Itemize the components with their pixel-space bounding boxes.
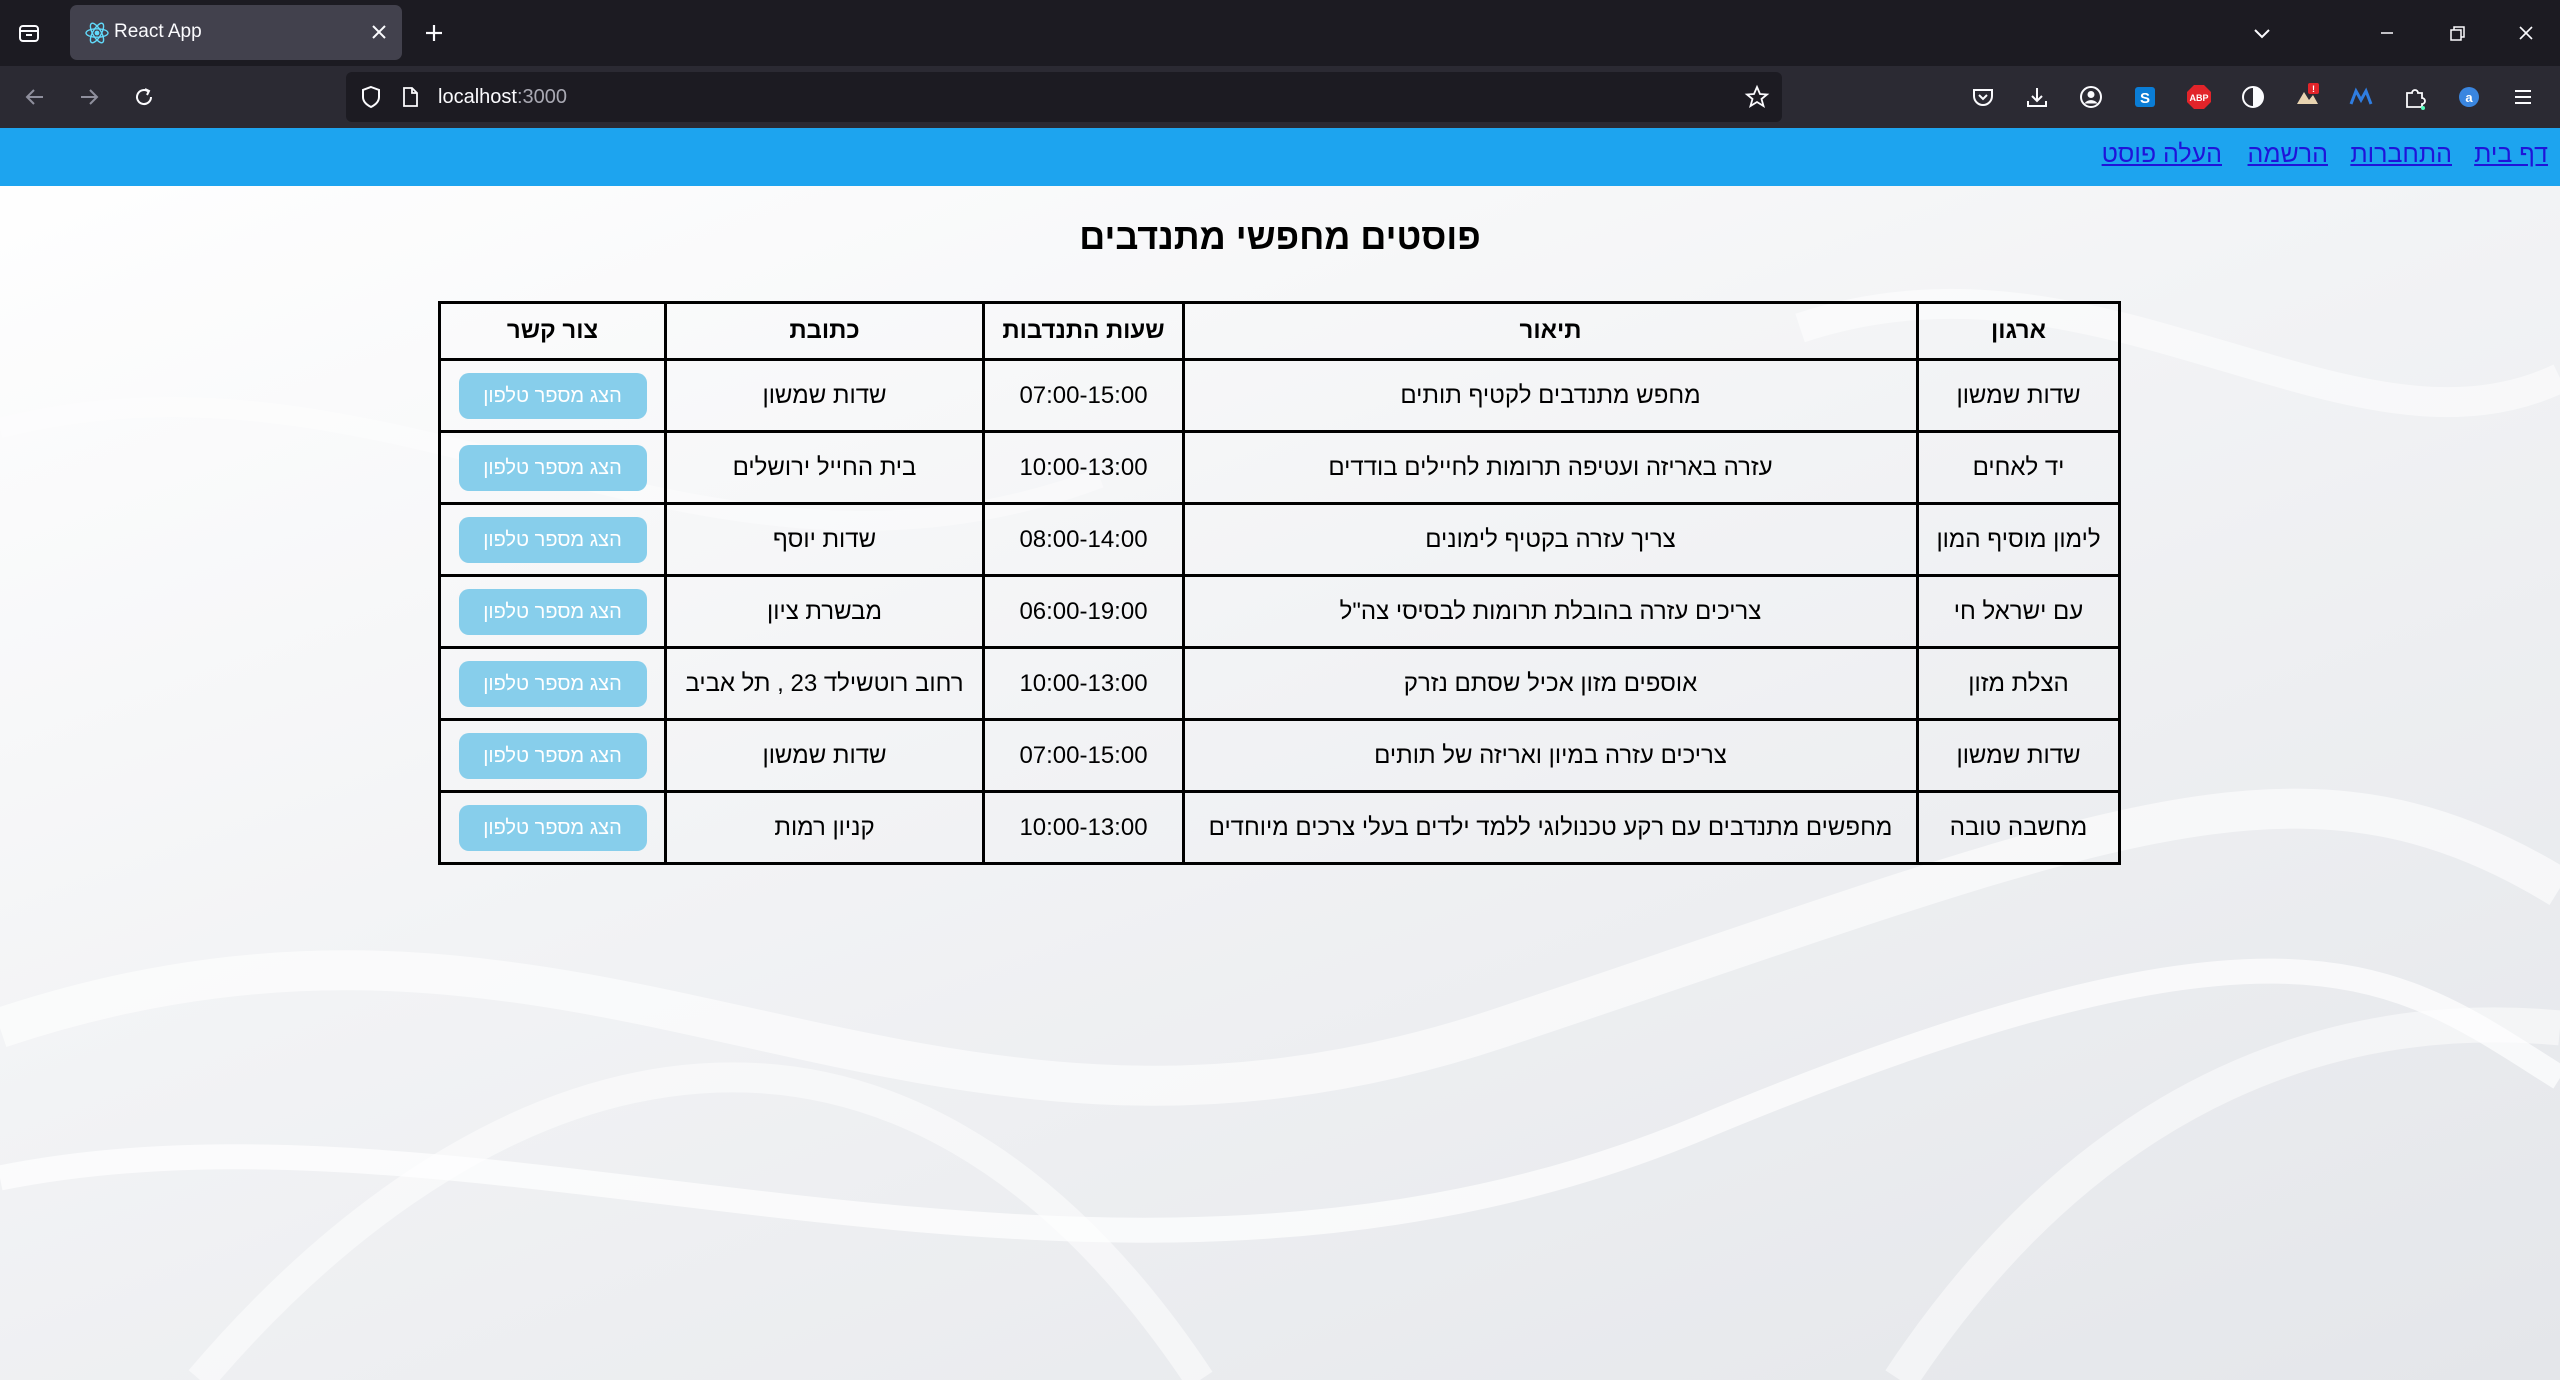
cell-organization: שדות שמשון — [1916, 358, 2121, 433]
react-logo-icon — [85, 22, 109, 44]
account-icon[interactable] — [2074, 80, 2108, 114]
cell-address: בית החייל ירושלים — [664, 430, 985, 505]
cell-description: מחפש מתנדבים לקטיף תותים — [1182, 358, 1919, 433]
shield-icon[interactable] — [358, 84, 384, 110]
show-phone-button[interactable]: הצג מספר טלפון — [458, 444, 647, 491]
cell-organization: שדות שמשון — [1916, 718, 2121, 793]
browser-tab-strip: React App — [0, 0, 2560, 66]
svg-text:!: ! — [2312, 84, 2315, 94]
cell-organization: לימון מוסיף המון — [1916, 502, 2121, 577]
cell-organization: עם ישראל חי — [1916, 574, 2121, 649]
cell-organization: מחשבה טובה — [1916, 790, 2121, 865]
close-tab-icon[interactable] — [366, 19, 392, 45]
svg-text:S: S — [2140, 90, 2150, 107]
cell-description: מחפשים מתנדבים עם רקע טכנולוגי ללמד ילדי… — [1182, 790, 1919, 865]
privacy-extension-icon[interactable] — [2236, 80, 2270, 114]
browser-tab[interactable]: React App — [70, 5, 402, 60]
show-phone-button[interactable]: הצג מספר טלפון — [458, 732, 647, 779]
show-phone-button[interactable]: הצג מספר טלפון — [458, 372, 647, 419]
site-navigation-bar: דף בית התחברות הרשמה העלה פוסט — [0, 128, 2560, 186]
back-icon[interactable] — [16, 78, 54, 116]
nav-link-register[interactable]: הרשמה — [2248, 140, 2328, 169]
cell-description: צריכים עזרה במיון ואריזה של תותים — [1182, 718, 1919, 793]
show-phone-button[interactable]: הצג מספר טלפון — [458, 516, 647, 563]
cell-hours: 10:00-13:00 — [982, 790, 1185, 865]
cell-hours: 06:00-19:00 — [982, 574, 1185, 649]
table-row: יד לאחים עזרה באריזה ועטיפה תרומות לחייל… — [438, 430, 2121, 505]
minimize-icon[interactable] — [2366, 12, 2408, 54]
header-description: תיאור — [1182, 301, 1919, 361]
table-row: הצלת מזון אוספים מזון אכיל שסתם נזרק 10:… — [438, 646, 2121, 721]
extensions-puzzle-icon[interactable] — [2398, 80, 2432, 114]
cell-description: צריך עזרה בקטיף לימונים — [1182, 502, 1919, 577]
header-organization: ארגון — [1916, 301, 2121, 361]
page-title: פוסטים מחפשי מתנדבים — [1079, 216, 1481, 257]
show-phone-button[interactable]: הצג מספר טלפון — [458, 804, 647, 851]
browser-toolbar: localhost:3000 S ABP ! a — [0, 66, 2560, 128]
svg-text:ABP: ABP — [2189, 93, 2208, 103]
header-address: כתובת — [664, 301, 985, 361]
cell-address: רחוב רוטשילד 23 , תל אביב — [664, 646, 985, 721]
page-viewport: דף בית התחברות הרשמה העלה פוסט פוסטים מח… — [0, 128, 2560, 1380]
cell-organization: יד לאחים — [1916, 430, 2121, 505]
show-phone-button[interactable]: הצג מספר טלפון — [458, 660, 647, 707]
table-row: שדות שמשון מחפש מתנדבים לקטיף תותים 07:0… — [438, 358, 2121, 433]
cell-description: אוספים מזון אכיל שסתם נזרק — [1182, 646, 1919, 721]
tab-title: React App — [114, 21, 202, 42]
bookmark-star-icon[interactable] — [1744, 84, 1770, 110]
cell-address: מבשרת ציון — [664, 574, 985, 649]
new-tab-icon[interactable] — [413, 12, 455, 54]
cell-contact: הצג מספר טלפון — [438, 574, 667, 649]
nav-link-home[interactable]: דף בית — [2474, 140, 2548, 169]
table-row: שדות שמשון צריכים עזרה במיון ואריזה של ת… — [438, 718, 2121, 793]
cell-address: שדות שמשון — [664, 358, 985, 433]
page-info-icon[interactable] — [398, 85, 422, 109]
header-contact: צור קשר — [438, 301, 667, 361]
cell-hours: 10:00-13:00 — [982, 646, 1185, 721]
m-extension-icon[interactable] — [2344, 80, 2378, 114]
posts-table: ארגון תיאור שעות התנדבות כתובת צור קשר ש… — [438, 301, 2121, 865]
cell-hours: 07:00-15:00 — [982, 358, 1185, 433]
cell-contact: הצג מספר טלפון — [438, 718, 667, 793]
downloads-icon[interactable] — [2020, 80, 2054, 114]
cell-address: קניון רמות — [664, 790, 985, 865]
pocket-icon[interactable] — [1966, 80, 2000, 114]
show-phone-button[interactable]: הצג מספר טלפון — [458, 588, 647, 635]
cell-hours: 07:00-15:00 — [982, 718, 1185, 793]
list-tabs-chevron-icon[interactable] — [2241, 12, 2283, 54]
cell-address: שדות שמשון — [664, 718, 985, 793]
cell-description: צריכים עזרה בהובלת תרומות לבסיסי צה"ל — [1182, 574, 1919, 649]
cell-description: עזרה באריזה ועטיפה תרומות לחיילים בודדים — [1182, 430, 1919, 505]
close-window-icon[interactable] — [2505, 12, 2547, 54]
skype-extension-icon[interactable]: S — [2128, 80, 2162, 114]
table-row: מחשבה טובה מחפשים מתנדבים עם רקע טכנולוג… — [438, 790, 2121, 865]
cell-address: שדות יוסף — [664, 502, 985, 577]
url-bar[interactable]: localhost:3000 — [346, 72, 1782, 122]
forward-icon[interactable] — [70, 78, 108, 116]
nav-link-login[interactable]: התחברות — [2350, 140, 2452, 169]
menu-hamburger-icon[interactable] — [2506, 80, 2540, 114]
table-header-row: ארגון תיאור שעות התנדבות כתובת צור קשר — [438, 301, 2121, 361]
cell-contact: הצג מספר טלפון — [438, 502, 667, 577]
svg-text:a: a — [2465, 90, 2473, 105]
table-row: לימון מוסיף המון צריך עזרה בקטיף לימונים… — [438, 502, 2121, 577]
cell-hours: 10:00-13:00 — [982, 430, 1185, 505]
cell-contact: הצג מספר טלפון — [438, 790, 667, 865]
header-volunteer-hours: שעות התנדבות — [982, 301, 1185, 361]
nav-link-upload-post[interactable]: העלה פוסט — [2102, 140, 2222, 169]
adblock-plus-icon[interactable]: ABP — [2182, 80, 2216, 114]
cell-contact: הצג מספר טלפון — [438, 646, 667, 721]
restore-window-icon[interactable] — [2436, 12, 2478, 54]
a-extension-icon[interactable]: a — [2452, 80, 2486, 114]
cell-organization: הצלת מזון — [1916, 646, 2121, 721]
cell-hours: 08:00-14:00 — [982, 502, 1185, 577]
table-row: עם ישראל חי צריכים עזרה בהובלת תרומות לב… — [438, 574, 2121, 649]
cell-contact: הצג מספר טלפון — [438, 358, 667, 433]
notification-extension-icon[interactable]: ! — [2290, 80, 2324, 114]
cell-contact: הצג מספר טלפון — [438, 430, 667, 505]
reload-icon[interactable] — [125, 78, 163, 116]
firefox-view-icon[interactable] — [8, 12, 50, 54]
url-text[interactable]: localhost:3000 — [438, 86, 567, 109]
